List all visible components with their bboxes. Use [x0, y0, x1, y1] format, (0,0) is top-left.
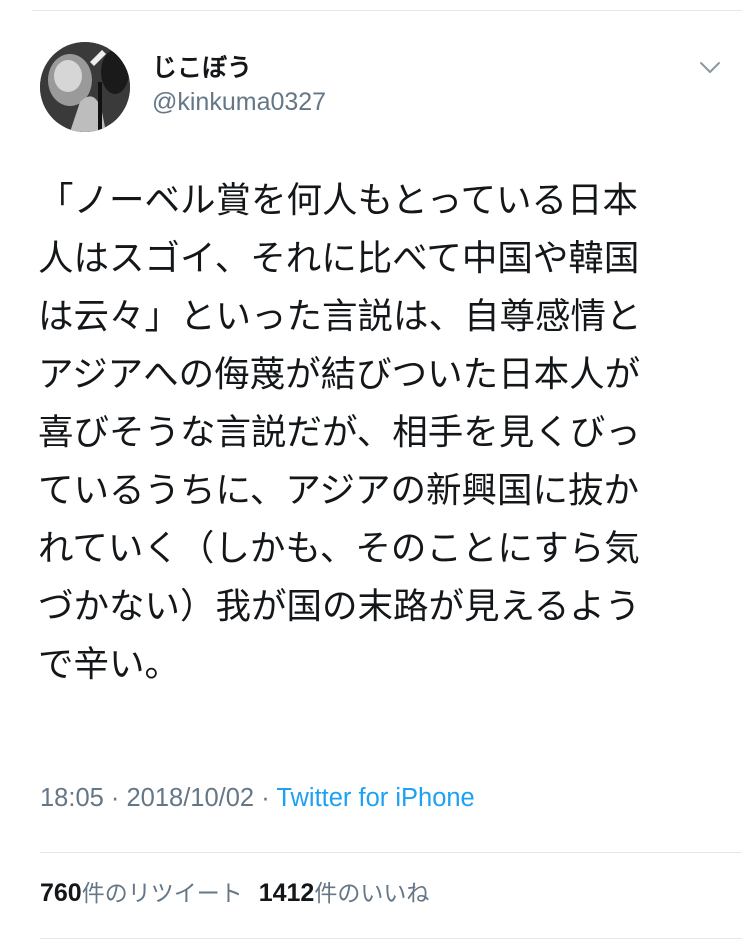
- retweets-count: 760: [40, 879, 82, 907]
- tweet-text-line: 喜びそうな言説だが、相手を見くびっ: [38, 412, 641, 453]
- tweet-stats: 760件のリツイート 1412件のいいね: [40, 874, 429, 908]
- tweet-text-line: ているうちに、アジアの新興国に抜か: [38, 470, 640, 511]
- tweet-text-line: づかない）我が国の末路が見えるよう: [38, 586, 641, 627]
- tweet-source-link[interactable]: Twitter for iPhone: [276, 784, 474, 812]
- user-handle[interactable]: @kinkuma0327: [152, 88, 326, 117]
- tweet-meta: 18:05 · 2018/10/02 · Twitter for iPhone: [40, 784, 475, 813]
- tweet-text-line: れていく（しかも、そのことにすら気: [38, 528, 640, 569]
- tweet-time[interactable]: 18:05: [40, 784, 104, 812]
- tweet-text-line: 「ノーベル賞を何人もとっている日本: [38, 180, 638, 221]
- tweet-menu-button[interactable]: [698, 56, 722, 80]
- meta-separator: ·: [254, 784, 277, 812]
- chevron-down-icon: [700, 62, 720, 73]
- retweets-stat[interactable]: 760件のリツイート: [40, 879, 243, 907]
- tweet-text: 「ノーベル賞を何人もとっている日本 人はスゴイ、それに比べて中国や韓国 は云々」とい…: [38, 172, 728, 694]
- divider: [40, 938, 742, 939]
- tweet-text-line: は云々」といった言説は、自尊感情と: [38, 296, 642, 337]
- likes-stat[interactable]: 1412件のいいね: [258, 879, 430, 907]
- tweet-text-line: 人はスゴイ、それに比べて中国や韓国: [38, 238, 640, 279]
- divider: [40, 852, 742, 853]
- tweet-text-line: アジアへの侮蔑が結びついた日本人が: [38, 354, 641, 395]
- likes-label: 件のいいね: [314, 881, 430, 907]
- tweet-text-line: で辛い。: [38, 644, 181, 685]
- retweets-label: 件のリツイート: [81, 881, 243, 907]
- avatar[interactable]: [40, 42, 130, 132]
- avatar-photo: [40, 42, 130, 132]
- top-divider: [32, 10, 742, 11]
- tweet-header: じこぼう @kinkuma0327: [40, 42, 720, 132]
- display-name[interactable]: じこぼう: [152, 48, 252, 84]
- meta-separator: ·: [103, 784, 127, 812]
- likes-count: 1412: [258, 879, 315, 907]
- tweet-date[interactable]: 2018/10/02: [126, 784, 254, 812]
